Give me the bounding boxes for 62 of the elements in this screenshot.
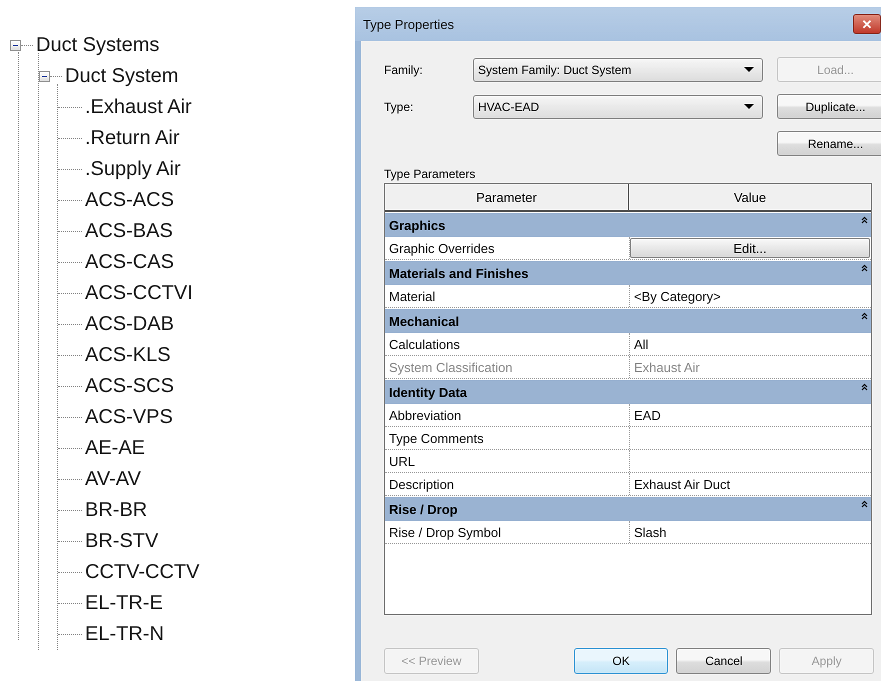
collapse-icon[interactable]: [10, 40, 21, 51]
table-cell-text: Slash: [633, 524, 668, 542]
button[interactable]: Duplicate...: [777, 94, 881, 119]
button[interactable]: OK: [574, 648, 668, 674]
tree-item[interactable]: Duct System: [65, 65, 178, 88]
tree-item[interactable]: BR-STV: [85, 530, 158, 553]
table-cell: Calculations: [385, 333, 630, 355]
group-header[interactable]: Rise / Drop: [385, 496, 871, 521]
column-header[interactable]: Parameter: [385, 184, 629, 210]
table-cell: Type Comments: [385, 427, 630, 449]
group-header[interactable]: Graphics: [385, 212, 871, 237]
tree-item[interactable]: .Return Air: [85, 127, 180, 150]
tree-item[interactable]: CCTV-CCTV: [85, 561, 200, 584]
table-cell: System Classification: [385, 356, 630, 378]
tree-item[interactable]: ACS-CAS: [85, 251, 174, 274]
edit-button[interactable]: Edit...: [630, 238, 870, 258]
tree-item[interactable]: ACS-VPS: [85, 406, 173, 429]
tree-item[interactable]: ACS-CCTVI: [85, 282, 193, 305]
collapse-icon[interactable]: [861, 264, 868, 272]
tree-item[interactable]: ACS-ACS: [85, 189, 174, 212]
tree-item[interactable]: EL-TR-E: [85, 592, 163, 615]
close-button[interactable]: ✕: [853, 14, 881, 34]
caret-icon: [744, 67, 754, 72]
tree-item[interactable]: ACS-BAS: [85, 220, 173, 243]
collapse-icon[interactable]: [861, 312, 868, 320]
tree-item[interactable]: BR-BR: [85, 499, 148, 522]
collapse-icon[interactable]: [39, 71, 50, 82]
window-title: Type Properties: [363, 16, 454, 32]
field-label: Family:: [384, 62, 424, 76]
button[interactable]: Rename...: [777, 131, 881, 156]
table-cell: Abbreviation: [385, 404, 630, 426]
tree-item[interactable]: EL-TR-N: [85, 623, 164, 646]
dropdown[interactable]: HVAC-EAD: [473, 94, 763, 118]
tree-item[interactable]: AV-AV: [85, 468, 141, 491]
tree-item[interactable]: Duct Systems: [36, 34, 160, 57]
tree-item[interactable]: ACS-SCS: [85, 375, 174, 398]
table-cell: Description: [385, 473, 630, 495]
tree-item[interactable]: .Exhaust Air: [85, 96, 192, 119]
button[interactable]: Cancel: [676, 648, 772, 674]
collapse-icon[interactable]: [861, 216, 868, 224]
collapse-icon[interactable]: [861, 383, 868, 391]
section-label: Type Parameters: [384, 167, 476, 183]
table-cell: URL: [385, 450, 630, 472]
group-header[interactable]: Mechanical: [385, 308, 871, 333]
table-cell: Rise / Drop Symbol: [385, 521, 630, 543]
table-cell-text: Exhaust Air: [633, 358, 701, 376]
collapse-icon[interactable]: [861, 500, 868, 508]
group-header[interactable]: Materials and Finishes: [385, 260, 871, 285]
field-label: Type:: [384, 100, 414, 114]
tree-item[interactable]: ACS-DAB: [85, 313, 174, 336]
table-cell-text: EAD: [633, 406, 662, 424]
caret-icon: [744, 104, 754, 109]
table-cell-text: <By Category>: [633, 288, 722, 306]
table-cell: Material: [385, 285, 630, 307]
tree-item[interactable]: ACS-KLS: [85, 344, 171, 367]
table-cell-text: All: [633, 336, 650, 354]
tree-item[interactable]: .Supply Air: [85, 158, 181, 181]
table-cell-text: Exhaust Air Duct: [633, 476, 732, 494]
column-header[interactable]: Value: [629, 184, 871, 210]
tree-item[interactable]: AE-AE: [85, 437, 146, 460]
group-header[interactable]: Identity Data: [385, 379, 871, 404]
dropdown[interactable]: System Family: Duct System: [473, 58, 763, 82]
